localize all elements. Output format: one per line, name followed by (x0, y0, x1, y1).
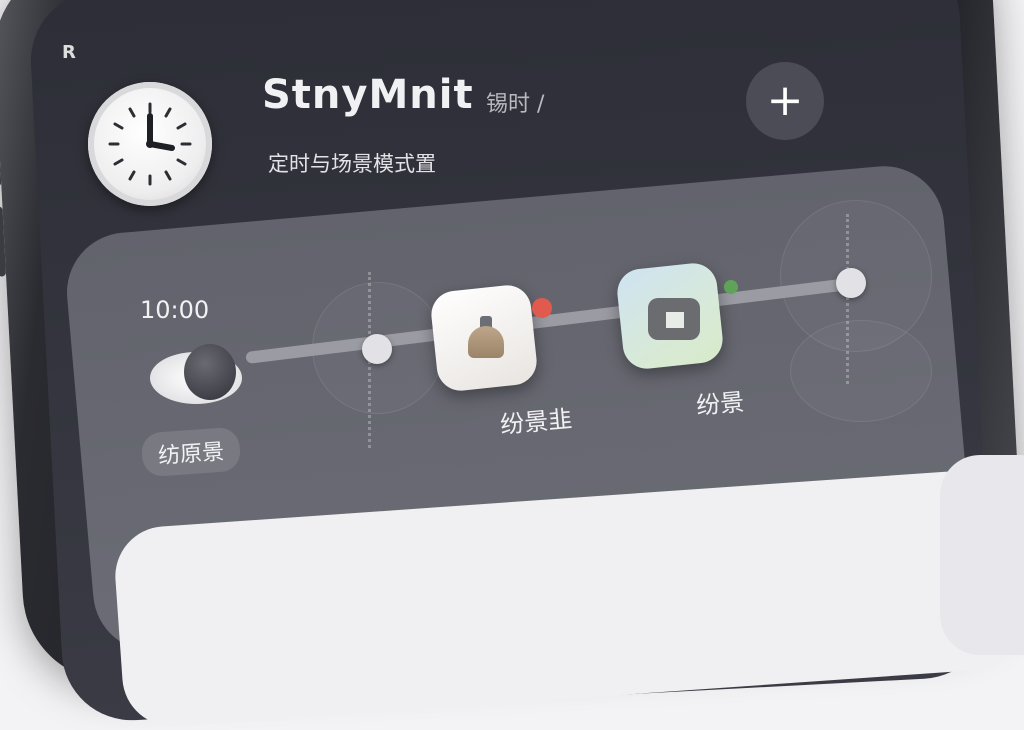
notification-badge-green (724, 280, 738, 294)
ghost-circle-3 (790, 320, 932, 422)
volume-button-2 (0, 206, 7, 277)
add-button[interactable]: + (746, 62, 824, 140)
house-icon (666, 312, 684, 328)
app-title: StnyMnit (262, 72, 474, 118)
timeline-knob-end[interactable] (836, 268, 866, 298)
title-note: 锡时 / (486, 92, 545, 117)
plus-icon: + (766, 75, 804, 126)
status-bar-text: R (62, 42, 76, 63)
side-card (940, 455, 1024, 655)
eye-pupil (184, 344, 236, 400)
clock-icon (88, 82, 212, 206)
app-subtitle: 定时与场景模式置 (268, 152, 436, 176)
start-scene-tag[interactable]: 纺原景 (140, 426, 242, 478)
scene-label-2: 纷景 (695, 387, 746, 421)
start-time-label: 10:00 (140, 296, 210, 324)
bell-icon (468, 326, 504, 358)
scene-label-1: 纷景韭 (499, 404, 574, 440)
timeline-knob[interactable] (362, 334, 392, 364)
volume-button (0, 116, 2, 187)
notification-badge-red (532, 298, 552, 318)
timeline-dotted-guide-2 (846, 214, 852, 384)
